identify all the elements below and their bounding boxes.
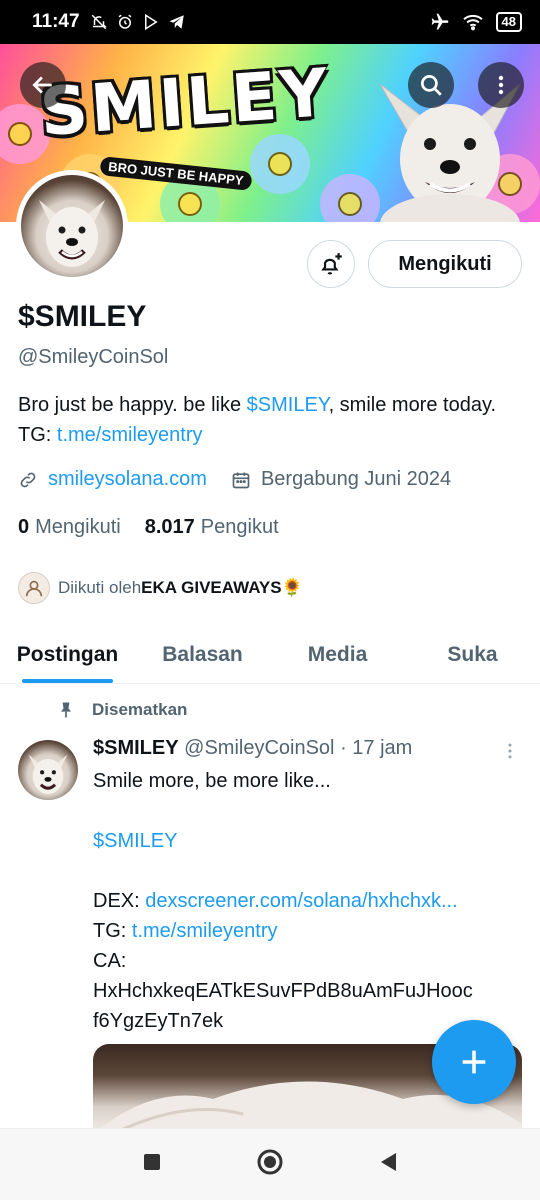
more-options-button[interactable] (478, 62, 524, 108)
post-text: Smile more, be more like... $SMILEY DEX:… (93, 766, 523, 1036)
post-time: · 17 jam (340, 737, 413, 759)
post-line: Smile more, be more like... (93, 770, 331, 792)
followers-label: Pengikut (200, 516, 279, 538)
post-header: $SMILEY @SmileyCoinSol · 17 jam (93, 737, 412, 760)
bio-telegram-link[interactable]: t.me/smileyentry (57, 424, 203, 446)
avatar-image (21, 175, 123, 277)
flower-decoration (250, 134, 310, 194)
dex-label: DEX: (93, 890, 146, 912)
notification-subscribe-button[interactable] (307, 240, 355, 288)
profile-avatar[interactable] (16, 170, 128, 282)
ca-address-line1: HxHchxkeqEATkESuvFPdB8uAmFuJHooc (93, 980, 473, 1002)
pinned-indicator: Disematkan (56, 700, 187, 720)
recent-apps-button[interactable] (142, 1152, 162, 1177)
pinned-label: Disematkan (92, 700, 188, 719)
dog-avatar-icon (28, 754, 68, 795)
profile-tabs: Postingan Balasan Media Suka (0, 626, 540, 684)
more-vertical-icon (498, 75, 504, 95)
triangle-back-icon (381, 1153, 396, 1171)
status-bar: 11:47 48 (0, 0, 540, 44)
search-button[interactable] (408, 62, 454, 108)
post-more-button[interactable] (500, 740, 520, 767)
following-count: 0 (18, 516, 30, 538)
ca-label: CA: (93, 950, 127, 972)
profile-bio: Bro just be happy. be like $SMILEY, smil… (18, 390, 518, 450)
bio-cashtag-link[interactable]: $SMILEY (247, 394, 329, 416)
telegram-icon (169, 15, 184, 29)
follower-avatar (18, 572, 50, 604)
pin-icon (61, 702, 71, 718)
bio-text: Bro just be happy. be like (18, 394, 247, 416)
battery-indicator: 48 (495, 12, 522, 32)
circle-home-icon (257, 1149, 283, 1175)
post-author-name[interactable]: $SMILEY (93, 737, 179, 759)
wifi-icon (462, 14, 483, 31)
post-cashtag-link[interactable]: $SMILEY (93, 830, 177, 852)
home-button[interactable] (256, 1148, 284, 1181)
post-author-handle[interactable]: @SmileyCoinSol (184, 737, 334, 759)
following-label: Mengikuti (35, 516, 121, 538)
following-stat[interactable]: 0 Mengikuti (18, 516, 121, 539)
profile-handle: @SmileyCoinSol (18, 346, 169, 368)
tab-balasan[interactable]: Balasan (135, 626, 270, 683)
tab-suka[interactable]: Suka (405, 626, 540, 683)
profile-meta: smileysolana.com Bergabung Juni 2024 (18, 468, 451, 491)
tg-label: TG: (93, 920, 132, 942)
followed-by-prefix: Diikuti oleh (58, 578, 142, 597)
alarm-icon (118, 14, 131, 29)
status-notification-icons (90, 13, 186, 31)
airplane-mode-icon (431, 13, 448, 30)
status-time: 11:47 (32, 11, 80, 32)
followers-stat[interactable]: 8.017 Pengikut (145, 516, 279, 539)
post-author-avatar[interactable] (18, 740, 78, 800)
calendar-icon (232, 472, 250, 488)
bell-off-icon (91, 14, 107, 30)
follower-avatar-icon (25, 580, 43, 597)
followed-by-name: EKA GIVEAWAYS🌻 (141, 578, 303, 597)
tab-postingan[interactable]: Postingan (0, 626, 135, 683)
following-button[interactable]: Mengikuti (368, 240, 522, 288)
tg-link[interactable]: t.me/smileyentry (132, 920, 278, 942)
website-link[interactable]: smileysolana.com (48, 468, 207, 491)
compose-post-button[interactable] (432, 1020, 516, 1104)
back-nav-button[interactable] (378, 1151, 398, 1178)
dex-link[interactable]: dexscreener.com/solana/hxhchxk... (145, 890, 457, 912)
system-navigation-bar (0, 1128, 540, 1200)
dog-avatar-icon (39, 200, 105, 267)
link-icon (20, 472, 36, 487)
arrow-left-icon (32, 76, 52, 94)
followed-by[interactable]: Diikuti oleh EKA GIVEAWAYS🌻 (18, 572, 303, 604)
play-store-icon (144, 13, 158, 31)
join-date: Bergabung Juni 2024 (260, 468, 452, 490)
search-icon (420, 74, 442, 96)
plus-icon (462, 1050, 486, 1074)
more-vertical-icon (508, 743, 512, 759)
profile-stats: 0 Mengikuti 8.017 Pengikut (18, 516, 279, 539)
tab-media[interactable]: Media (270, 626, 405, 683)
profile-display-name: $SMILEY (18, 300, 147, 333)
bell-plus-icon (321, 253, 342, 275)
back-button[interactable] (20, 62, 66, 108)
followers-count: 8.017 (144, 516, 195, 538)
square-icon (144, 1154, 160, 1170)
